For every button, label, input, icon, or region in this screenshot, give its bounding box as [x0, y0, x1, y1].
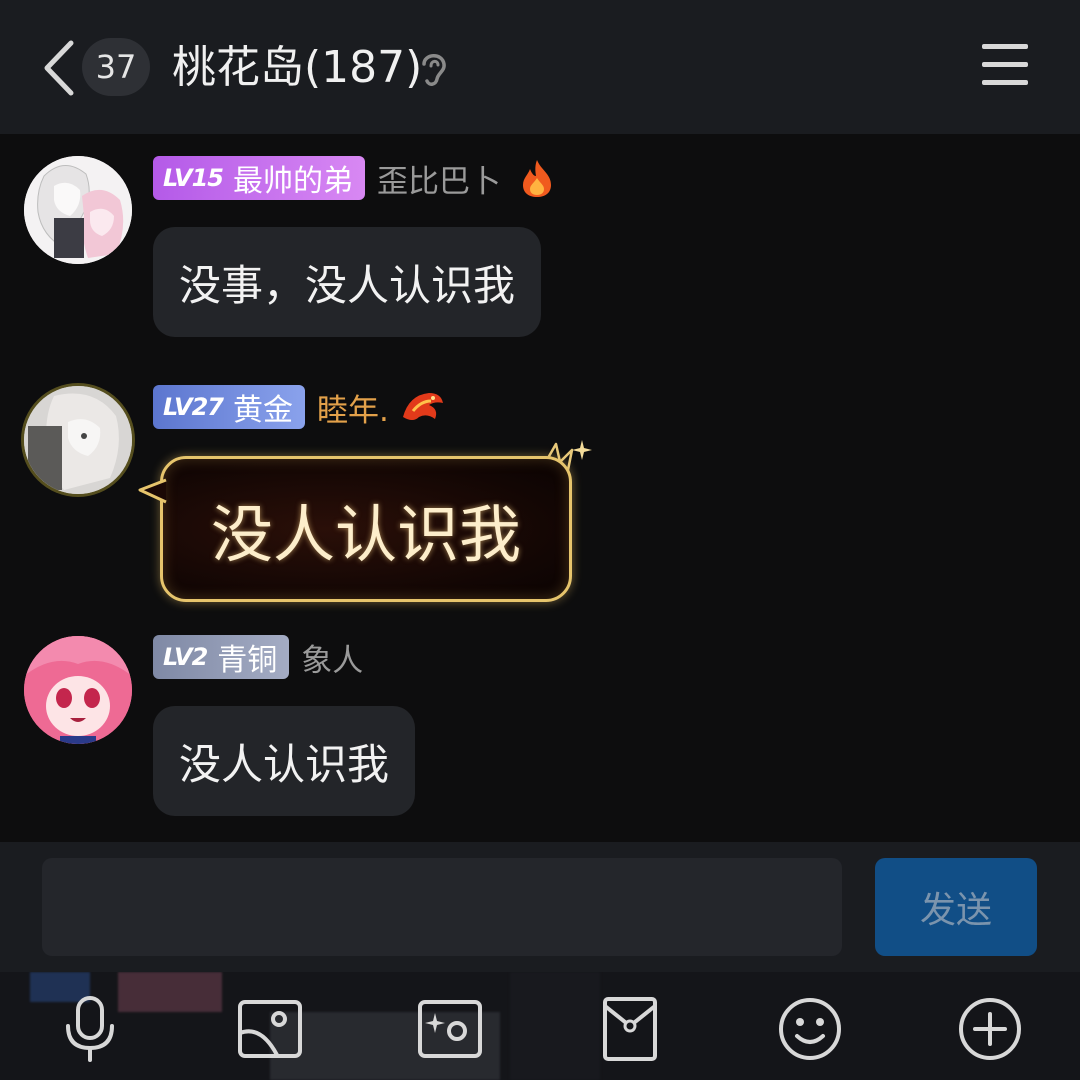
camera-icon[interactable]	[415, 994, 485, 1064]
level-badge: LV27 黄金	[153, 385, 305, 429]
dragon-icon	[402, 393, 443, 420]
avatar[interactable]	[24, 636, 132, 744]
microphone-icon[interactable]	[55, 994, 125, 1064]
message-bubble[interactable]: 没事，没人认识我	[153, 227, 542, 337]
avatar[interactable]	[24, 386, 132, 494]
bubble-tail	[138, 478, 167, 504]
blurred-background	[510, 972, 600, 1080]
message-bubble[interactable]: 没人认识我	[153, 706, 416, 816]
hamburger-menu-icon[interactable]	[980, 44, 1030, 90]
avatar[interactable]	[24, 156, 132, 264]
message-meta: LV2 青铜 象人	[153, 635, 363, 679]
badge-title: 黄金	[232, 393, 293, 428]
bottom-toolbar	[0, 972, 1080, 1080]
back-button[interactable]	[38, 38, 78, 98]
level-label: LV15	[163, 164, 224, 192]
sender-nickname[interactable]: 象人	[301, 635, 363, 680]
ear-icon[interactable]	[416, 48, 452, 88]
message-meta: LV15 最帅的弟 歪比巴卜	[153, 156, 555, 200]
unread-count-badge[interactable]: 37	[82, 38, 150, 96]
sender-nickname[interactable]: 睦年.	[317, 385, 389, 430]
fire-icon	[522, 160, 551, 197]
level-label: LV2	[163, 643, 208, 671]
group-title: 桃花岛(187)	[172, 42, 423, 93]
emoji-icon[interactable]	[775, 994, 845, 1064]
image-icon[interactable]	[235, 994, 305, 1064]
plus-icon[interactable]	[955, 994, 1025, 1064]
badge-title: 青铜	[217, 643, 278, 678]
message-input[interactable]	[42, 858, 842, 956]
chat-header: 37 桃花岛(187)	[0, 0, 1080, 134]
level-badge: LV2 青铜	[153, 635, 290, 679]
send-button[interactable]: 发送	[875, 858, 1037, 956]
message-meta: LV27 黄金 睦年.	[153, 385, 445, 429]
red-packet-icon[interactable]	[595, 994, 665, 1064]
badge-title: 最帅的弟	[232, 164, 353, 199]
chevron-left-icon	[44, 40, 74, 96]
level-label: LV27	[163, 393, 224, 421]
message-bubble-premium[interactable]: 没人认识我	[160, 456, 572, 602]
level-badge: LV15 最帅的弟	[153, 156, 365, 200]
sender-nickname[interactable]: 歪比巴卜	[377, 156, 501, 201]
blurred-background	[118, 972, 222, 1012]
